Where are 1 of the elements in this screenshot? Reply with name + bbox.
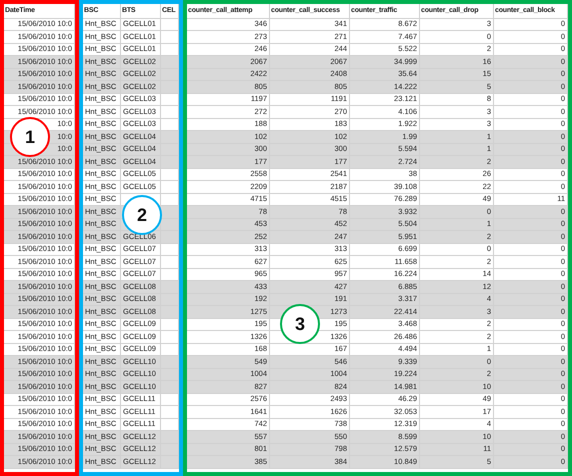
callout-number: 2 (122, 195, 162, 235)
